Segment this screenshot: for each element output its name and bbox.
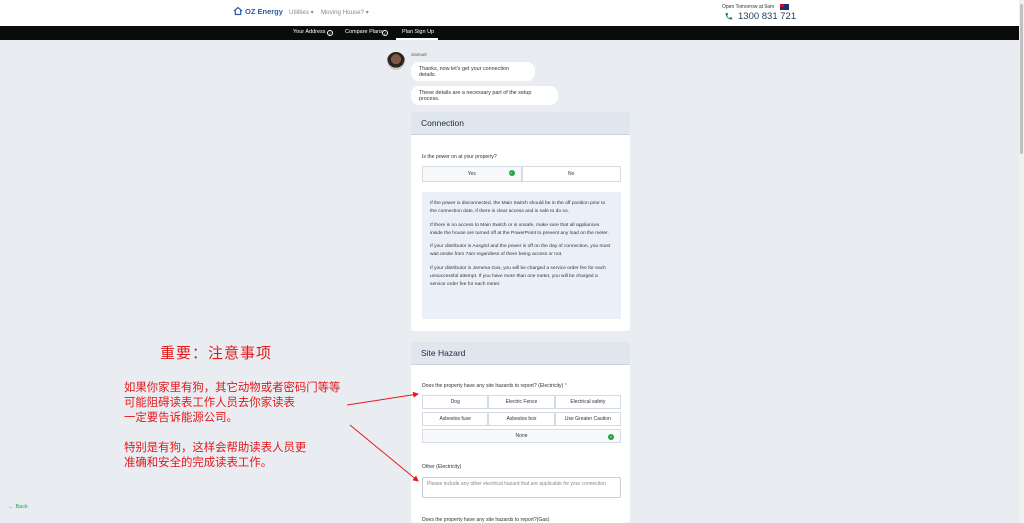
arrow-left-icon: ← [8,504,14,510]
power-yes-label: Yes [467,171,476,177]
check-icon: ✓ [608,434,614,440]
site-hazard-title: Site Hazard [411,342,630,365]
step-nav: Your Address ✓ Compare Plans ✓ Plan Sign… [0,26,1019,40]
page-scrollbar[interactable] [1019,0,1024,523]
annotation-text: 如果你家里有狗，其它动物或者密码门等等 可能阻碍读表工作人员去你家读表 一定要告… [124,382,341,424]
power-yes-option[interactable]: Yes ✓ [422,166,522,182]
flag-icon [780,4,789,10]
logo-text: OZ Energy [245,6,283,16]
hazard-options: Dog Electric Fence Electrical safety Asb… [422,395,621,443]
back-label: Back [15,504,28,510]
nav-your-address[interactable]: Your Address ✓ [293,29,333,36]
hazard-electricity-question: Does the property have any site hazards … [422,383,567,389]
other-electricity-textarea[interactable]: Please include any other electrical haza… [422,477,621,498]
nav-compare-plans[interactable]: Compare Plans ✓ [345,29,388,36]
nav-plan-sign-up[interactable]: Plan Sign Up [402,29,434,35]
power-no-label: No [568,171,575,177]
phone-icon[interactable] [724,12,733,21]
nav-active-indicator [396,38,438,40]
house-icon [233,6,243,16]
chat-bubble: These details are a necessary part of th… [411,86,558,105]
hazard-option-use-greater-caution[interactable]: Use Greater Caution [554,412,621,426]
menu-utilities[interactable]: Utilities ▾ [289,9,314,16]
info-paragraph: If your distributor is Ausgrid and the p… [430,244,611,258]
back-link[interactable]: ← Back [8,504,28,510]
check-circle-icon: ✓ [327,30,333,36]
info-paragraph: If your distributor is Jemena Gas, you w… [430,265,606,288]
top-header: OZ Energy Utilities ▾ Moving House? ▾ Op… [0,0,1019,26]
connection-info-box: If the power is disconnected, the Main S… [422,192,621,319]
arrow-line [349,424,419,482]
required-mark: * [564,383,567,389]
avatar [387,52,405,70]
check-circle-icon: ✓ [382,30,388,36]
hazard-option-dog[interactable]: Dog [422,395,489,409]
hazard-option-asbestos-box[interactable]: Asbestos box [488,412,555,426]
power-question: Is the power on at your property? [422,154,497,160]
check-icon: ✓ [508,170,515,176]
info-paragraph: If there is no access to Main Switch or … [430,222,609,236]
hazard-option-electric-fence[interactable]: Electric Fence [488,395,555,409]
nav-your-address-label: Your Address [293,29,326,35]
hazard-electricity-question-text: Does the property have any site hazards … [422,383,564,389]
annotation-title: 重要：注意事项 [160,345,273,362]
annotation-text: 特别是有狗，这样会帮助读表人员更 准确和安全的完成读表工作。 [124,442,307,469]
scroll-thumb[interactable] [1020,4,1023,154]
logo[interactable]: OZ Energy [233,6,283,16]
chat-bubble: Thanks, now let's get your connection de… [411,62,535,81]
agent-name: Samuel [411,52,427,57]
info-paragraph: If the power is disconnected, the Main S… [430,201,606,215]
open-hours-text: Open Tomorrow at 9am [722,4,775,10]
hazard-option-electrical-safety[interactable]: Electrical safety [554,395,621,409]
hazard-option-asbestos-fuse[interactable]: Asbestos fuse [422,412,489,426]
power-no-option[interactable]: No [521,166,621,182]
site-hazard-card: Site Hazard Does the property have any s… [411,342,630,523]
connection-card: Connection Is the power on at your prope… [411,112,630,331]
connection-title: Connection [411,112,630,135]
phone-number[interactable]: 1300 831 721 [738,11,796,22]
arrow-line [346,391,419,406]
other-electricity-label: Other (Electricity) [422,464,462,470]
nav-compare-plans-label: Compare Plans [345,29,383,35]
hazard-none-label: None [515,433,528,439]
hazard-option-none[interactable]: None ✓ [422,429,621,443]
hazard-gas-question: Does the property have any site hazards … [422,517,550,523]
power-options: Yes ✓ No [422,166,621,182]
menu-moving-house[interactable]: Moving House? ▾ [321,9,369,16]
